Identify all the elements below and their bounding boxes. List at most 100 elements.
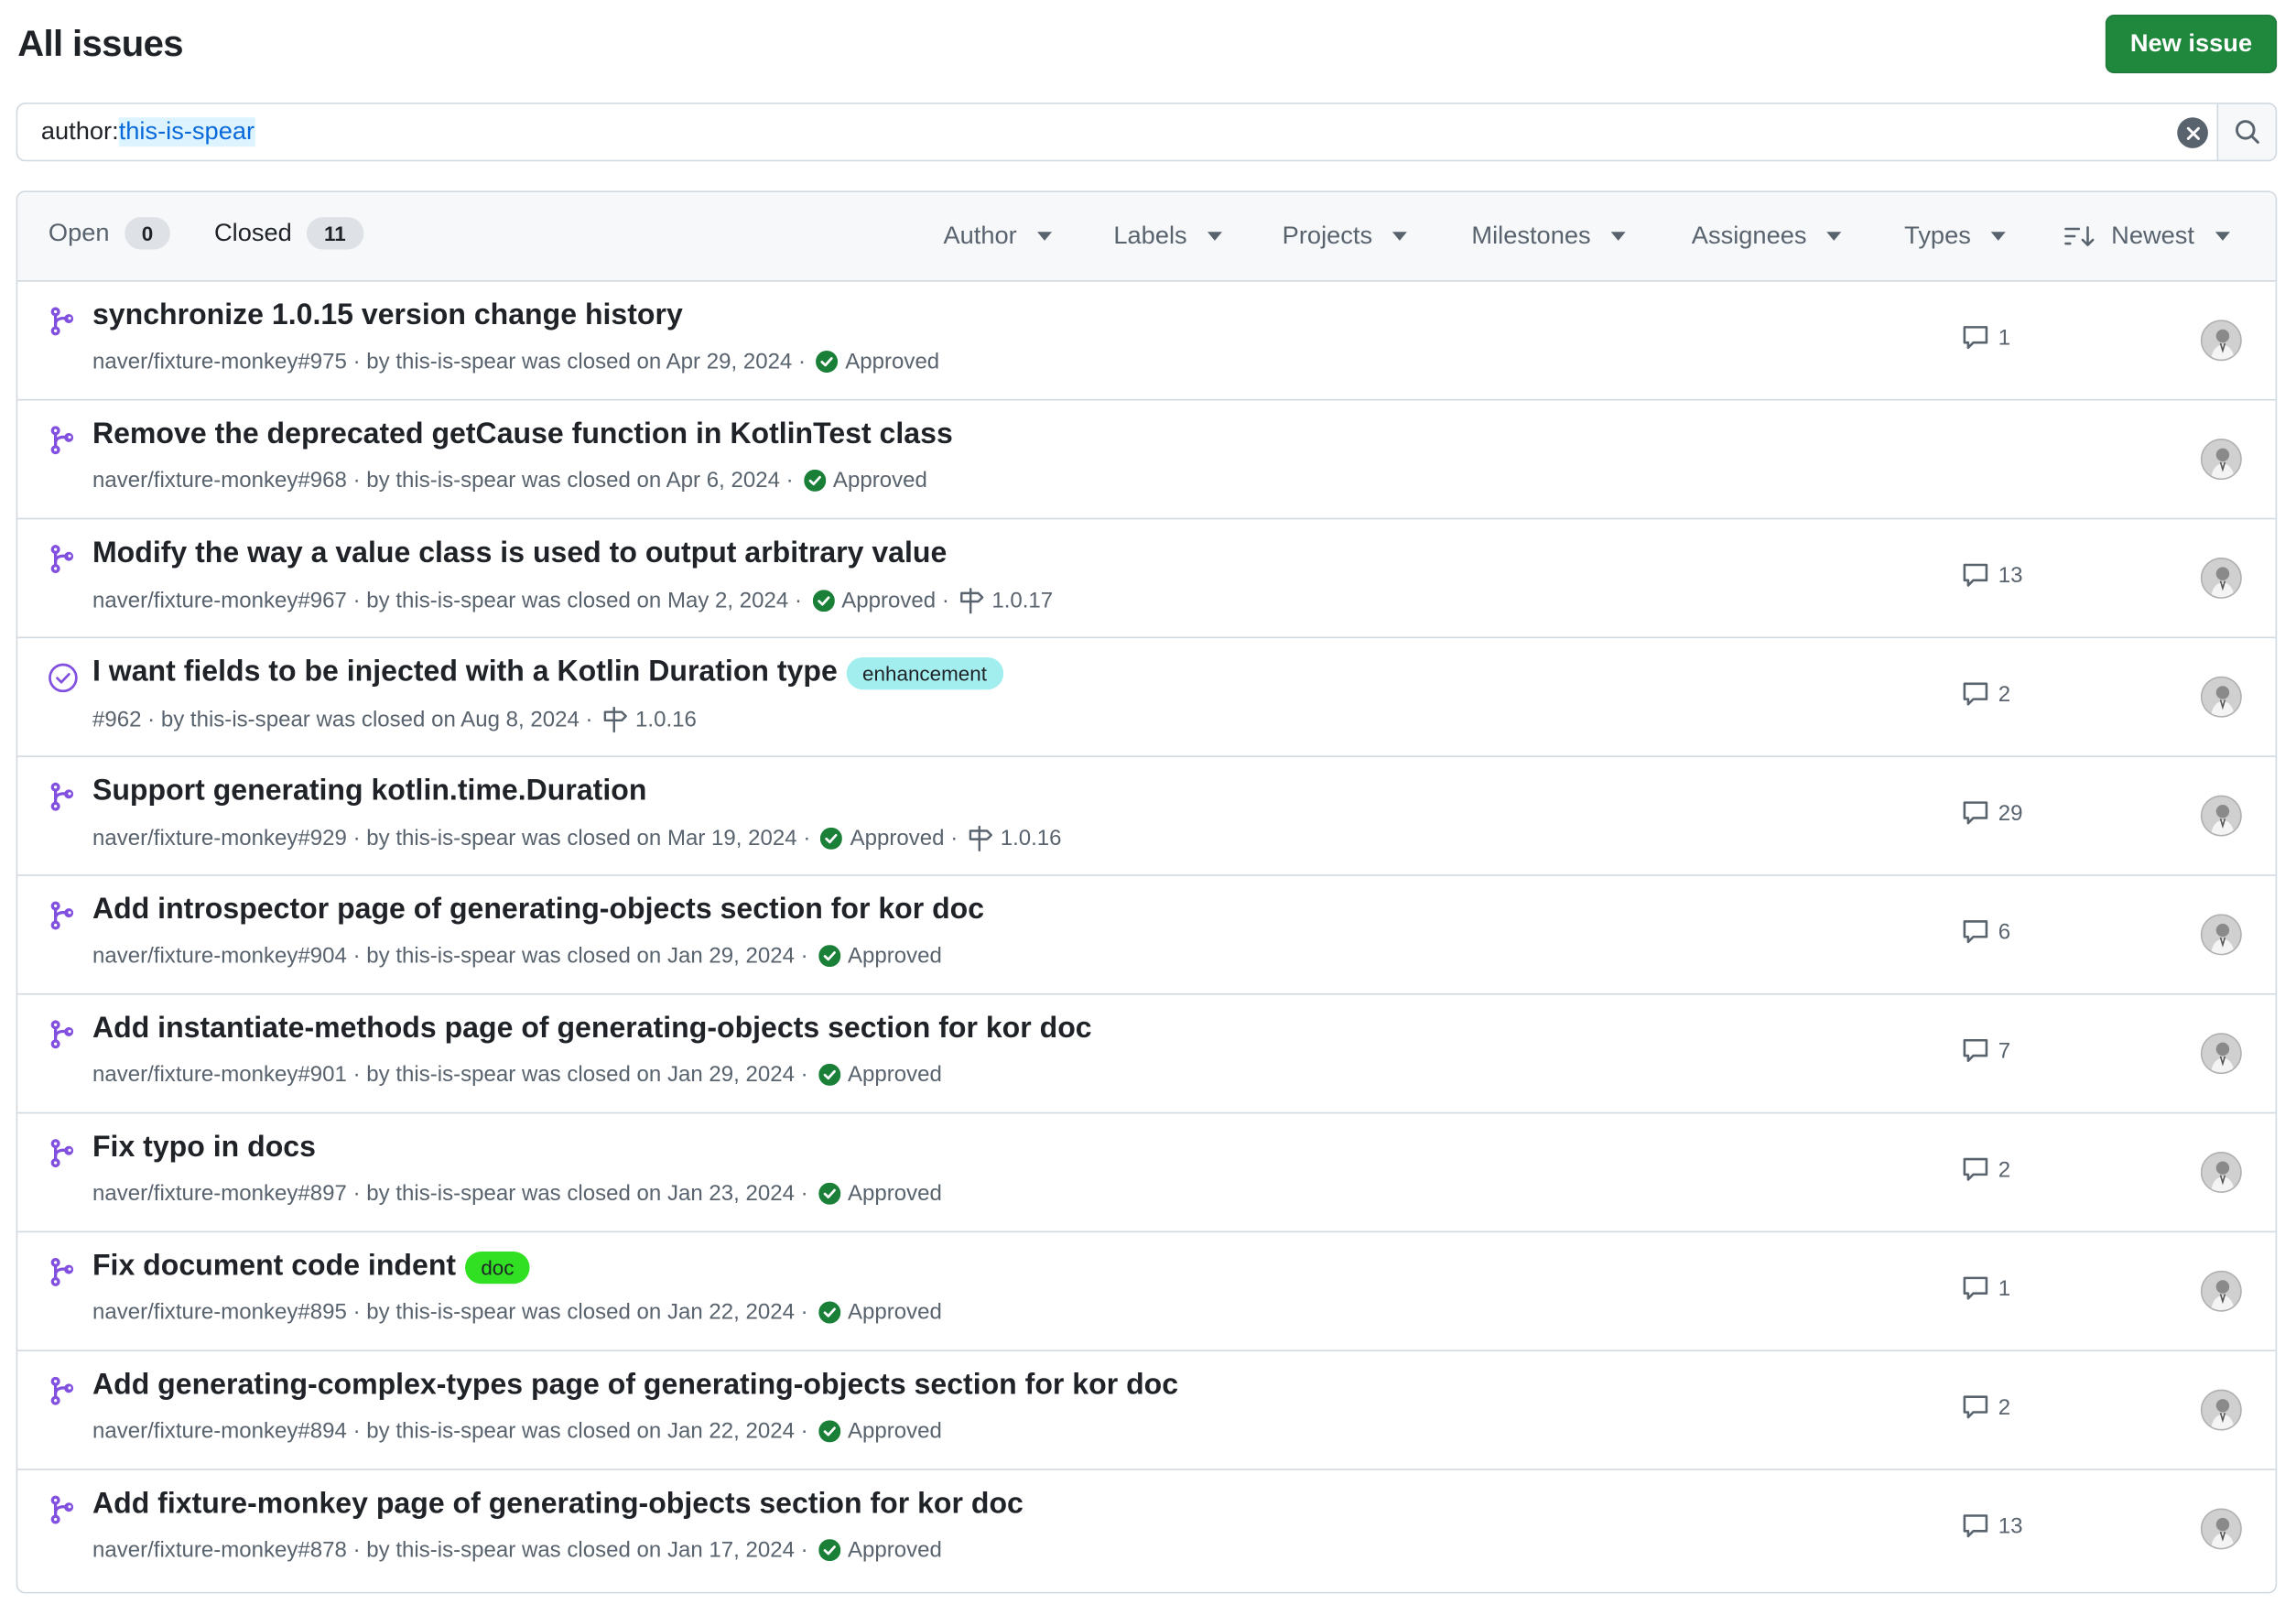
avatar[interactable] — [2200, 1389, 2242, 1431]
comments-link[interactable]: 2 — [1962, 681, 2010, 708]
issue-row[interactable]: Remove the deprecated getCause function … — [17, 401, 2276, 520]
search-input[interactable]: author: this-is-spear — [17, 103, 2217, 160]
issue-title-link[interactable]: Add instantiate-methods page of generati… — [92, 1013, 1092, 1046]
label-badge[interactable]: doc — [464, 1251, 531, 1284]
issue-title-link[interactable]: Modify the way a value class is used to … — [92, 537, 947, 571]
issue-ref-link[interactable]: naver/fixture-monkey#975 — [92, 349, 347, 374]
issue-ref-link[interactable]: naver/fixture-monkey#901 — [92, 1062, 347, 1087]
milestone-link[interactable]: 1.0.16 — [1001, 826, 1062, 851]
tab-closed-label: Closed — [213, 218, 292, 247]
meta-separator: · — [579, 707, 593, 732]
comments-link[interactable]: 13 — [1962, 1512, 2023, 1539]
issue-row[interactable]: Support generating kotlin.time.Duration n… — [17, 757, 2276, 876]
comments-link[interactable]: 29 — [1962, 799, 2022, 826]
issue-row[interactable]: Add generating-complex-types page of gen… — [17, 1351, 2276, 1470]
chevron-down-icon — [1208, 232, 1223, 241]
issue-ref-link[interactable]: naver/fixture-monkey#897 — [92, 1181, 347, 1206]
milestone-link[interactable]: 1.0.17 — [991, 589, 1053, 613]
comments-link[interactable]: 6 — [1962, 918, 2010, 945]
avatar[interactable] — [2200, 439, 2242, 481]
check-circle-icon — [818, 1301, 840, 1324]
tab-open[interactable]: Open 0 — [49, 217, 171, 250]
avatar[interactable] — [2200, 320, 2242, 362]
issue-row[interactable]: I want fields to be injected with a Kotl… — [17, 638, 2276, 757]
avatar[interactable] — [2200, 914, 2242, 956]
meta-separator: · — [794, 1537, 808, 1563]
issue-row[interactable]: Modify the way a value class is used to … — [17, 519, 2276, 639]
avatar[interactable] — [2200, 1270, 2242, 1312]
label-badge[interactable]: enhancement — [846, 656, 1003, 689]
pull-request-icon — [47, 1375, 79, 1407]
filter-assignees[interactable]: Assignees — [1692, 222, 1842, 251]
filter-milestones-label: Milestones — [1471, 221, 1591, 250]
review-status: Approved — [845, 349, 940, 374]
issue-title-link[interactable]: I want fields to be injected with a Kotl… — [92, 656, 1003, 689]
avatar[interactable] — [2200, 1033, 2242, 1075]
comment-icon — [1963, 1514, 1988, 1538]
issue-title: Add instantiate-methods page of generati… — [92, 1012, 1092, 1046]
issue-ref-link[interactable]: naver/fixture-monkey#968 — [92, 468, 347, 493]
issue-title-link[interactable]: Remove the deprecated getCause function … — [92, 418, 953, 452]
comments-link[interactable]: 13 — [1962, 562, 2023, 589]
meta-separator: · — [794, 1418, 808, 1444]
milestone-link[interactable]: 1.0.16 — [635, 707, 697, 732]
comments-link[interactable]: 7 — [1962, 1037, 2010, 1064]
issue-ref-link[interactable]: naver/fixture-monkey#894 — [92, 1419, 347, 1444]
issue-title-link[interactable]: Add introspector page of generating-obje… — [92, 894, 984, 927]
issue-ref-link[interactable]: naver/fixture-monkey#904 — [92, 943, 347, 968]
issue-closed-icon — [47, 662, 79, 694]
clear-search-icon[interactable] — [2177, 117, 2208, 148]
issue-ref-link[interactable]: #962 — [92, 707, 141, 732]
avatar[interactable] — [2200, 795, 2242, 837]
comments-link[interactable]: 2 — [1962, 1156, 2010, 1183]
filter-author[interactable]: Author — [943, 222, 1053, 251]
avatar[interactable] — [2200, 1508, 2242, 1550]
meta-separator: · — [792, 349, 807, 374]
issue-title-link[interactable]: synchronize 1.0.15 version change histor… — [92, 299, 683, 333]
filter-types[interactable]: Types — [1904, 222, 2007, 251]
issue-row[interactable]: synchronize 1.0.15 version change histor… — [17, 282, 2276, 401]
issue-ref-link[interactable]: naver/fixture-monkey#967 — [92, 589, 347, 613]
issue-title-link[interactable]: Fix document code indent doc — [92, 1250, 531, 1284]
pull-request-icon — [47, 543, 79, 575]
filter-milestones[interactable]: Milestones — [1471, 221, 1627, 251]
avatar[interactable] — [2200, 557, 2242, 599]
review-status: Approved — [850, 826, 945, 851]
meta-separator: · — [936, 588, 949, 613]
comments-link[interactable]: 1 — [1962, 1275, 2010, 1302]
issue-ref-link[interactable]: naver/fixture-monkey#929 — [92, 826, 347, 851]
issue-row[interactable]: Fix document code indent doc naver/fixture… — [17, 1232, 2276, 1351]
comment-icon — [1963, 920, 1988, 944]
issue-title-link[interactable]: Fix typo in docs — [92, 1132, 316, 1165]
issue-title-link[interactable]: Add generating-complex-types page of gen… — [92, 1369, 1178, 1403]
comment-count: 1 — [1998, 324, 2011, 351]
search-button[interactable] — [2216, 103, 2276, 160]
issue-ref-link[interactable]: naver/fixture-monkey#895 — [92, 1300, 347, 1325]
chevron-down-icon — [2215, 232, 2230, 241]
issue-row[interactable]: Add instantiate-methods page of generati… — [17, 995, 2276, 1114]
issue-row[interactable]: Add introspector page of generating-obje… — [17, 876, 2276, 995]
comment-count: 1 — [1998, 1275, 2011, 1301]
new-issue-button[interactable]: New issue — [2105, 15, 2278, 74]
comment-count: 13 — [1998, 562, 2023, 588]
issue-row[interactable]: Fix typo in docs naver/fixture-monkey#897… — [17, 1113, 2276, 1233]
filter-labels[interactable]: Labels — [1113, 222, 1223, 251]
issue-title-link[interactable]: Support generating kotlin.time.Duration — [92, 775, 646, 808]
avatar[interactable] — [2200, 1152, 2242, 1193]
sort-dropdown[interactable]: Newest — [2064, 222, 2230, 251]
tab-closed[interactable]: Closed 11 — [213, 217, 364, 250]
issue-title-link[interactable]: Add fixture-monkey page of generating-ob… — [92, 1488, 1023, 1522]
avatar[interactable] — [2200, 676, 2242, 718]
comment-count: 13 — [1998, 1513, 2023, 1539]
comments-link[interactable]: 1 — [1962, 324, 2010, 351]
issue-ref-link[interactable]: naver/fixture-monkey#878 — [92, 1538, 347, 1563]
meta-separator: · — [794, 1062, 808, 1088]
issue-closed-info: by this-is-spear was closed on Apr 6, 20… — [366, 468, 780, 493]
issue-row[interactable]: Add fixture-monkey page of generating-ob… — [17, 1470, 2275, 1589]
meta-separator: · — [779, 468, 794, 493]
issue-title: synchronize 1.0.15 version change histor… — [92, 298, 683, 332]
comments-link[interactable]: 2 — [1962, 1393, 2010, 1420]
comment-icon — [1963, 563, 1988, 587]
issue-title: Fix typo in docs — [92, 1131, 316, 1164]
filter-projects[interactable]: Projects — [1283, 222, 1408, 251]
